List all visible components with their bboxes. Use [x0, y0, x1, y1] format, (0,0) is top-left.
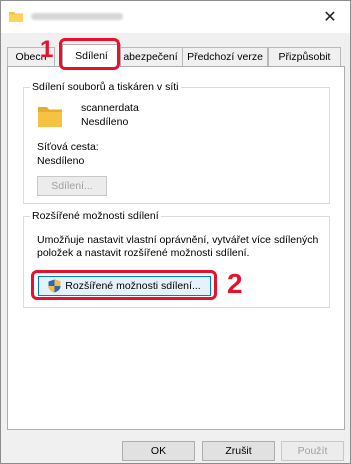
- advanced-sharing-group-title: Rozšířené možnosti sdílení: [30, 210, 161, 222]
- folder-name: scannerdata: [81, 102, 139, 114]
- tab-sharing[interactable]: Sdílení: [62, 44, 121, 67]
- tab-security[interactable]: abezpečení: [118, 47, 183, 66]
- folder-icon: [9, 12, 23, 22]
- tab-previous-versions[interactable]: Předchozí verze: [182, 47, 268, 66]
- close-button[interactable]: ✕: [310, 1, 350, 33]
- advanced-description-line-1: Umožňuje nastavit vlastní oprávnění, vyt…: [37, 234, 319, 246]
- network-path-label: Síťová cesta:: [37, 141, 99, 153]
- folder-share-status: Nesdíleno: [81, 116, 129, 128]
- uac-shield-icon: [48, 279, 61, 293]
- close-icon: ✕: [323, 9, 337, 26]
- step-1-number: 1: [40, 36, 54, 63]
- dialog-button-row: OK Zrušit Použít: [1, 441, 350, 463]
- title-bar: ✕: [1, 1, 350, 33]
- share-button[interactable]: Sdílení...: [37, 176, 107, 196]
- step-2-number: 2: [227, 268, 243, 299]
- window-title: [31, 13, 123, 20]
- ok-button[interactable]: OK: [122, 441, 195, 461]
- tab-bar: Obecn Sdílení abezpečení Předchozí verze…: [7, 44, 345, 67]
- advanced-description-line-2: položek a nastavit rozšířené možnosti sd…: [37, 247, 250, 259]
- apply-button[interactable]: Použít: [281, 441, 344, 461]
- properties-dialog: ✕ Obecn Sdílení abezpečení Předchozí ver…: [0, 0, 351, 464]
- network-path-value: Nesdíleno: [37, 155, 85, 167]
- sharing-group-title: Sdílení souborů a tiskáren v síti: [30, 81, 181, 93]
- cancel-button[interactable]: Zrušit: [202, 441, 275, 461]
- folder-icon: [38, 107, 62, 127]
- advanced-sharing-button[interactable]: Rozšířené možnosti sdílení...: [38, 276, 211, 296]
- tab-customize[interactable]: Přizpůsobit: [268, 47, 341, 66]
